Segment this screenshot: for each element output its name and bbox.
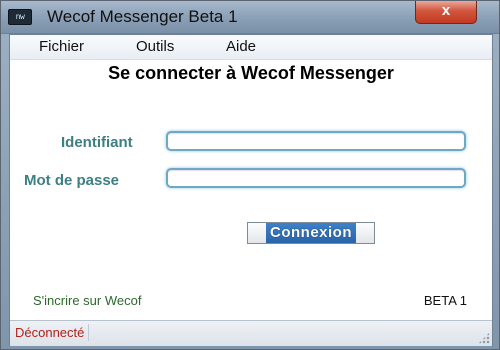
title-bar[interactable]: nw Wecof Messenger Beta 1 x	[1, 1, 499, 34]
client-area: Fichier Outils Aide Se connecter à Wecof…	[9, 34, 493, 346]
menu-item-outils[interactable]: Outils	[136, 38, 174, 55]
password-label: Mot de passe	[24, 172, 120, 189]
version-label: BETA 1	[423, 293, 467, 308]
window-title: Wecof Messenger Beta 1	[47, 7, 238, 26]
username-label: Identifiant	[61, 134, 133, 151]
menu-bar: Fichier Outils Aide	[10, 35, 492, 60]
connexion-button[interactable]: Connexion	[247, 222, 375, 244]
menu-item-aide[interactable]: Aide	[226, 38, 256, 55]
login-heading: Se connecter à Wecof Messenger	[108, 63, 394, 83]
connexion-button-label: Connexion	[266, 223, 356, 243]
register-link[interactable]: S'incrire sur Wecof	[33, 293, 141, 308]
app-logo-icon[interactable]: nw	[8, 9, 32, 25]
resize-grip-icon[interactable]	[478, 332, 490, 344]
connection-status: Déconnecté	[11, 324, 90, 341]
close-button[interactable]: x	[415, 1, 477, 24]
status-bar: Déconnecté	[10, 320, 492, 346]
menu-item-fichier[interactable]: Fichier	[39, 38, 84, 55]
app-window: nw Wecof Messenger Beta 1 x Fichier Outi…	[0, 0, 500, 350]
username-input[interactable]	[166, 131, 466, 151]
password-input[interactable]	[166, 168, 466, 188]
